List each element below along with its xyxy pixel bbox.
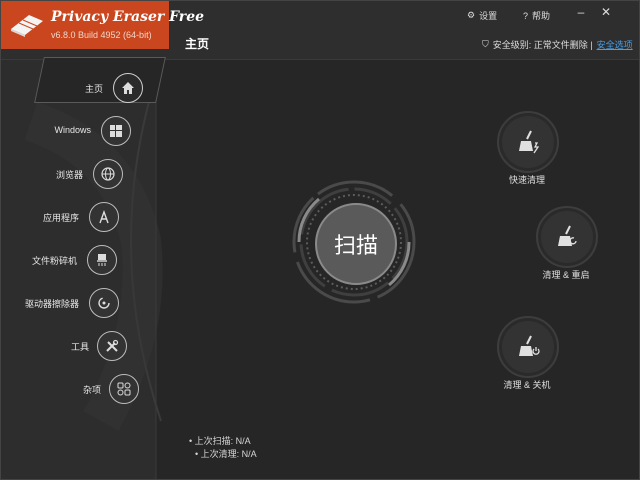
minimize-icon: –	[577, 5, 585, 19]
sidebar-item-label: 浏览器	[55, 170, 83, 180]
sidebar-item-label: 主页	[84, 84, 103, 94]
app-window: Privacy Eraser Free v6.8.0 Build 4952 (6…	[0, 0, 640, 480]
shredder-icon	[87, 245, 117, 275]
sidebar-item-misc[interactable]: 杂项	[1, 372, 161, 408]
sidebar-item-label: 应用程序	[42, 213, 79, 223]
misc-icon	[109, 374, 139, 404]
app-version: v6.8.0 Build 4952 (64-bit)	[51, 30, 152, 40]
last-clean-status: • 上次清理: N/A	[195, 449, 257, 459]
sidebar-item-label: 工具	[70, 342, 89, 352]
scan-label: 扫描	[333, 233, 378, 258]
sidebar-item-label: 杂项	[82, 385, 101, 395]
sidebar-item-browser[interactable]: 浏览器	[1, 157, 161, 193]
app-title: Privacy Eraser Free	[51, 9, 205, 25]
sidebar-item-label: 文件粉碎机	[31, 256, 77, 266]
home-icon	[113, 73, 143, 103]
shield-icon: ⛉	[482, 39, 489, 49]
help-label: 帮助	[532, 11, 551, 21]
security-options-link[interactable]: 安全选项	[597, 38, 633, 51]
active-tab-highlight	[34, 57, 166, 103]
sidebar-item-drive-wiper[interactable]: 驱动器擦除器	[1, 286, 161, 322]
sidebar-item-label: 驱动器擦除器	[24, 299, 79, 309]
quick-clean-label: 快速清理	[508, 175, 545, 185]
settings-label: 设置	[479, 11, 498, 21]
page-title: 主页	[185, 37, 210, 51]
tools-icon	[97, 331, 127, 361]
globe-icon	[93, 159, 123, 189]
sidebar-item-file-shredder[interactable]: 文件粉碎机	[1, 243, 161, 279]
last-clean-text: 上次清理: N/A	[200, 449, 257, 459]
close-button[interactable]: ✕	[598, 5, 614, 19]
close-icon: ✕	[600, 5, 612, 19]
drive-wiper-icon	[89, 288, 119, 318]
sidebar-item-label: Windows	[54, 125, 91, 135]
broom-quick-icon	[497, 111, 559, 173]
sidebar-item-home[interactable]: 主页	[1, 57, 166, 107]
help-button[interactable]: ? 帮助	[523, 9, 550, 22]
windows-icon	[101, 116, 131, 146]
security-level: ⛉ 安全级别: 正常文件删除 | 安全选项	[482, 38, 633, 51]
minimize-button[interactable]: –	[573, 5, 589, 19]
last-scan-text: 上次扫描: N/A	[194, 436, 251, 446]
settings-button[interactable]: ⚙ 设置	[467, 9, 497, 22]
brand-banner: Privacy Eraser Free v6.8.0 Build 4952 (6…	[1, 1, 204, 49]
eraser-logo-icon	[11, 15, 43, 37]
broom-restart-icon	[536, 206, 598, 268]
gear-icon: ⚙	[467, 10, 476, 20]
clean-shutdown-label: 清理 & 关机	[503, 380, 551, 390]
clean-restart-label: 清理 & 重启	[542, 270, 590, 280]
help-icon: ?	[523, 10, 529, 21]
sidebar-item-windows[interactable]: Windows	[1, 114, 161, 150]
broom-shutdown-icon	[497, 316, 559, 378]
scan-button[interactable]: 扫描	[315, 203, 397, 285]
apps-icon	[89, 202, 119, 232]
security-text: 安全级别: 正常文件删除 |	[492, 40, 593, 50]
sidebar-item-tools[interactable]: 工具	[1, 329, 161, 365]
sidebar-item-applications[interactable]: 应用程序	[1, 200, 161, 236]
last-scan-status: • 上次扫描: N/A	[189, 436, 251, 446]
